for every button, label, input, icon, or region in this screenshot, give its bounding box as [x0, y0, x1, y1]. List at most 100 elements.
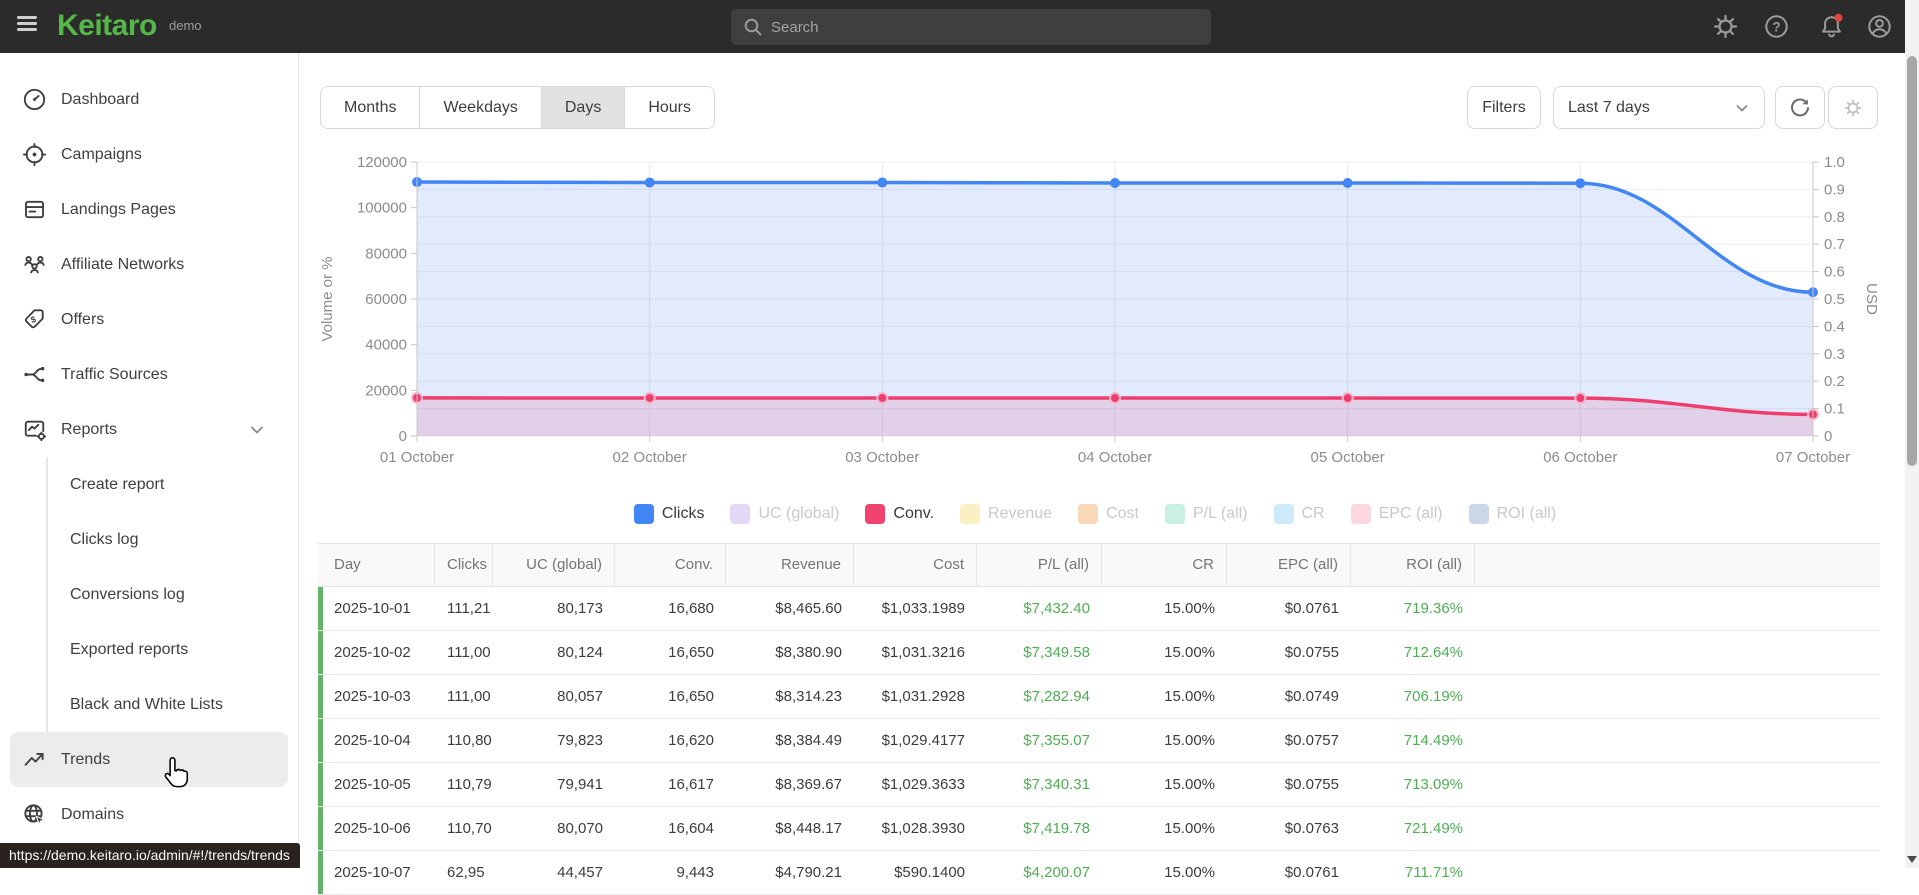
- svg-text:0: 0: [1824, 428, 1832, 445]
- sidebar-item-label: Black and White Lists: [70, 695, 223, 713]
- campaigns-icon: [22, 142, 46, 167]
- legend-item-cr[interactable]: CR: [1273, 504, 1325, 524]
- help-icon[interactable]: ?: [1763, 13, 1790, 40]
- legend-item-epc-all[interactable]: EPC (all): [1350, 504, 1443, 524]
- scrollbar-thumb[interactable]: [1907, 56, 1917, 466]
- legend-item-roi-all[interactable]: ROI (all): [1468, 504, 1556, 524]
- table-header-roi-all[interactable]: ROI (all): [1351, 544, 1475, 586]
- svg-text:40000: 40000: [365, 337, 407, 354]
- table-header-epc-all[interactable]: EPC (all): [1227, 544, 1351, 586]
- legend-label: P/L (all): [1192, 505, 1248, 522]
- svg-text:06 October: 06 October: [1543, 449, 1617, 466]
- app-logo: Keitaro: [57, 9, 157, 42]
- legend-item-clicks[interactable]: Clicks: [633, 504, 704, 524]
- legend-item-uc-global[interactable]: UC (global): [730, 504, 839, 524]
- search-input[interactable]: [731, 9, 1211, 45]
- legend-label: Cost: [1106, 505, 1139, 522]
- chart-settings-button[interactable]: [1828, 86, 1878, 129]
- cell-clicks: 111,00: [447, 644, 491, 661]
- table-row: 2025-10-04 110,80 79,823 16,620 $8,384.49 $1,…: [318, 719, 1880, 763]
- submenu-indent-rule: [46, 457, 48, 732]
- sidebar-item-reports[interactable]: Reports: [10, 402, 288, 457]
- sidebar-item-conversions-log[interactable]: Conversions log: [10, 567, 288, 622]
- legend-item-cost[interactable]: Cost: [1078, 504, 1139, 524]
- cell-uc-global: 79,823: [557, 732, 603, 749]
- svg-text:05 October: 05 October: [1311, 449, 1385, 466]
- cell-conv: 16,620: [668, 732, 714, 749]
- sidebar-item-domains[interactable]: Domains: [10, 787, 288, 842]
- cell-cr: 15.00%: [1164, 820, 1215, 837]
- cell-revenue: $8,465.60: [775, 600, 842, 617]
- table-header-uc-global[interactable]: UC (global): [493, 544, 615, 586]
- cell-p-l-all: $7,340.31: [1023, 776, 1090, 793]
- table-header-p-l-all[interactable]: P/L (all): [977, 544, 1102, 586]
- svg-text:0.8: 0.8: [1824, 209, 1845, 226]
- cell-p-l-all: $7,419.78: [1023, 820, 1090, 837]
- svg-text:03 October: 03 October: [845, 449, 919, 466]
- sidebar-item-create-report[interactable]: Create report: [10, 457, 288, 512]
- sidebar-item-affiliate-networks[interactable]: Affiliate Networks: [10, 237, 288, 292]
- cell-roi-all: 714.49%: [1403, 732, 1463, 749]
- sidebar-item-landings-pages[interactable]: Landings Pages: [10, 182, 288, 237]
- sidebar-item-dashboard[interactable]: Dashboard: [10, 72, 288, 127]
- scrollbar-down-arrow[interactable]: [1907, 856, 1917, 863]
- settings-icon[interactable]: [1712, 13, 1739, 40]
- cell-p-l-all: $7,355.07: [1023, 732, 1090, 749]
- cell-conv: 16,604: [668, 820, 714, 837]
- sidebar-item-label: Clicks log: [70, 530, 139, 548]
- tab-days[interactable]: Days: [541, 87, 626, 128]
- cell-uc-global: 80,124: [557, 644, 603, 661]
- cell-day: 2025-10-07: [334, 864, 411, 881]
- notifications-icon[interactable]: [1818, 13, 1845, 40]
- table-header-filler: [1475, 544, 1880, 586]
- sidebar-item-exported-reports[interactable]: Exported reports: [10, 622, 288, 677]
- traffic-sources-icon: [23, 366, 44, 383]
- sidebar-item-traffic-sources[interactable]: Traffic Sources: [10, 347, 288, 402]
- cell-uc-global: 80,070: [557, 820, 603, 837]
- scrollbar[interactable]: [1905, 0, 1919, 868]
- sidebar-item-label: Exported reports: [70, 640, 189, 658]
- table-header-conv[interactable]: Conv.: [615, 544, 726, 586]
- hamburger-icon[interactable]: [17, 16, 37, 36]
- cell-conv: 16,650: [668, 688, 714, 705]
- cell-cr: 15.00%: [1164, 776, 1215, 793]
- svg-text:0.1: 0.1: [1824, 401, 1845, 418]
- legend-label: EPC (all): [1378, 505, 1443, 522]
- legend-item-revenue[interactable]: Revenue: [960, 504, 1052, 524]
- sidebar-item-trends[interactable]: Trends: [10, 732, 288, 787]
- gear-icon: [1844, 99, 1862, 116]
- refresh-button[interactable]: [1775, 86, 1825, 129]
- account-icon[interactable]: [1866, 13, 1893, 40]
- sidebar-item-clicks-log[interactable]: Clicks log: [10, 512, 288, 567]
- table-header-cr[interactable]: CR: [1102, 544, 1227, 586]
- filters-button[interactable]: Filters: [1467, 86, 1541, 129]
- cell-day: 2025-10-01: [334, 600, 411, 617]
- table-header-clicks[interactable]: Clicks: [435, 544, 493, 586]
- date-range-select[interactable]: Last 7 days: [1553, 86, 1765, 129]
- cell-cost: $1,028.3930: [881, 820, 965, 837]
- cell-uc-global: 44,457: [557, 864, 603, 881]
- cell-uc-global: 80,057: [557, 688, 603, 705]
- tab-hours[interactable]: Hours: [625, 87, 715, 128]
- table-header-day[interactable]: Day: [318, 544, 435, 586]
- tab-months[interactable]: Months: [321, 87, 421, 128]
- sidebar-item-label: Offers: [61, 310, 105, 328]
- legend-swatch: [865, 504, 886, 524]
- topbar: Keitaro demo ?: [0, 0, 1905, 53]
- legend-item-conv[interactable]: Conv.: [865, 504, 934, 524]
- cell-roi-all: 719.36%: [1403, 600, 1463, 617]
- svg-text:60000: 60000: [365, 291, 407, 308]
- sidebar-item-campaigns[interactable]: Campaigns: [10, 127, 288, 182]
- tab-weekdays[interactable]: Weekdays: [420, 87, 542, 128]
- cell-revenue: $8,384.49: [775, 732, 842, 749]
- cell-p-l-all: $7,282.94: [1023, 688, 1090, 705]
- table-header-cost[interactable]: Cost: [854, 544, 977, 586]
- sidebar-item-offers[interactable]: $ Offers: [10, 292, 288, 347]
- sidebar-item-black-and-white-lists[interactable]: Black and White Lists: [10, 677, 288, 732]
- table-header-revenue[interactable]: Revenue: [726, 544, 854, 586]
- svg-text:01 October: 01 October: [380, 449, 454, 466]
- sidebar-item-label: Trends: [61, 750, 111, 768]
- notification-dot: [1834, 13, 1843, 22]
- legend-item-p-l-all[interactable]: P/L (all): [1164, 504, 1248, 524]
- row-status-bar: [318, 587, 323, 630]
